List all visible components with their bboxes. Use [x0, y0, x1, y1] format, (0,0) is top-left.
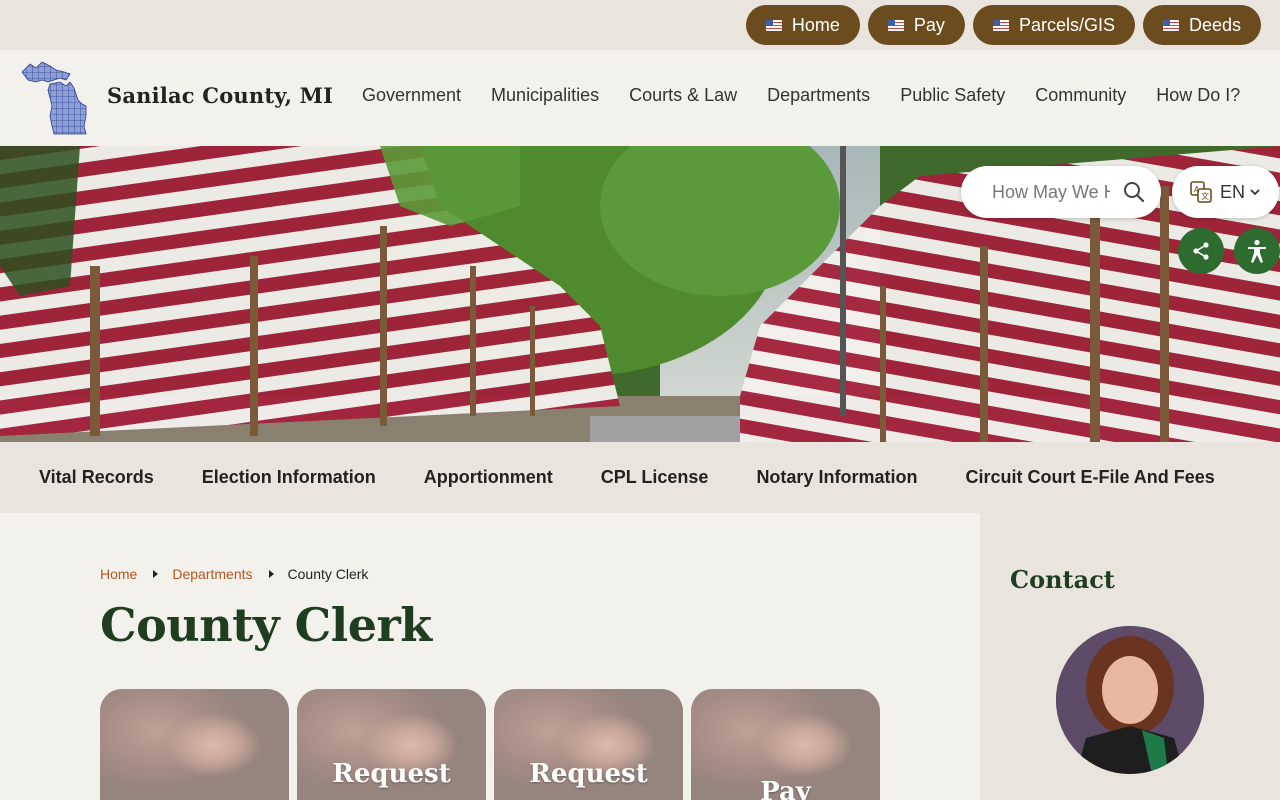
flag-icon [887, 19, 904, 31]
quick-link-label: Pay [913, 14, 945, 35]
share-icon [1193, 242, 1209, 260]
quick-action-tiles: Request Request Pay [100, 689, 880, 800]
site-header: Sanilac County, MI Government Municipali… [0, 50, 1280, 146]
subnav-election-information[interactable]: Election Information [178, 467, 400, 488]
action-tile[interactable] [100, 689, 289, 800]
contact-photo [1056, 626, 1204, 774]
svg-text:文: 文 [1201, 191, 1209, 201]
sidebar-title: Contact [1010, 565, 1115, 594]
breadcrumb-current: County Clerk [287, 566, 369, 582]
nav-public-safety[interactable]: Public Safety [885, 85, 1020, 106]
tile-label: Request [332, 759, 451, 789]
action-tile-request[interactable]: Request [297, 689, 486, 800]
main-content: Home Departments County Clerk County Cle… [0, 513, 980, 800]
nav-departments[interactable]: Departments [752, 85, 885, 106]
nav-how-do-i[interactable]: How Do I? [1141, 85, 1255, 106]
subnav-vital-records[interactable]: Vital Records [15, 467, 178, 488]
caret-right-icon [153, 570, 159, 578]
quick-link-parcels-gis[interactable]: Parcels/GIS [972, 5, 1135, 45]
subnav-notary-information[interactable]: Notary Information [732, 467, 941, 488]
search-input[interactable] [992, 181, 1110, 203]
language-label: EN [1220, 181, 1246, 202]
caret-right-icon [268, 570, 274, 578]
nav-government[interactable]: Government [347, 85, 476, 106]
search-icon[interactable] [1123, 181, 1145, 203]
subnav-circuit-court-efile[interactable]: Circuit Court E-File And Fees [941, 467, 1238, 488]
nav-community[interactable]: Community [1020, 85, 1141, 106]
quick-link-label: Deeds [1188, 14, 1241, 35]
quick-link-label: Parcels/GIS [1018, 14, 1115, 35]
share-button[interactable] [1178, 228, 1224, 274]
svg-text:A: A [1194, 185, 1200, 194]
quick-links: Home Pay Parcels/GIS Deeds [745, 5, 1261, 45]
accessibility-icon [1248, 239, 1266, 263]
tile-label: Pay [760, 777, 811, 800]
site-search[interactable] [961, 166, 1161, 218]
main-nav: Government Municipalities Courts & Law D… [347, 85, 1255, 106]
page-title: County Clerk [100, 598, 432, 652]
flag-icon [1162, 19, 1179, 31]
quick-link-label: Home [791, 14, 840, 35]
breadcrumb-home[interactable]: Home [100, 566, 137, 582]
person-portrait [1056, 626, 1204, 774]
tile-label: Request [529, 759, 648, 789]
language-selector[interactable]: A 文 EN [1172, 166, 1279, 218]
quick-link-home[interactable]: Home [745, 5, 860, 45]
nav-courts-law[interactable]: Courts & Law [614, 85, 752, 106]
contact-sidebar: Contact [980, 513, 1280, 800]
translate-icon: A 文 [1190, 181, 1212, 203]
utility-bar: Home Pay Parcels/GIS Deeds [0, 0, 1280, 50]
quick-link-deeds[interactable]: Deeds [1142, 5, 1261, 45]
department-subnav: Vital Records Election Information Appor… [0, 442, 1280, 513]
michigan-county-map-logo[interactable] [20, 60, 90, 136]
flag-icon [992, 19, 1009, 31]
action-tile-pay[interactable]: Pay [691, 689, 880, 800]
accessibility-button[interactable] [1234, 228, 1280, 274]
flag-icon [765, 19, 782, 31]
action-tile-request[interactable]: Request [494, 689, 683, 800]
site-name[interactable]: Sanilac County, MI [107, 83, 333, 108]
breadcrumb-departments[interactable]: Departments [172, 566, 252, 582]
nav-municipalities[interactable]: Municipalities [476, 85, 614, 106]
subnav-apportionment[interactable]: Apportionment [400, 467, 577, 488]
breadcrumb: Home Departments County Clerk [100, 566, 368, 582]
chevron-down-icon [1250, 189, 1260, 196]
quick-link-pay[interactable]: Pay [867, 5, 965, 45]
subnav-cpl-license[interactable]: CPL License [577, 467, 733, 488]
